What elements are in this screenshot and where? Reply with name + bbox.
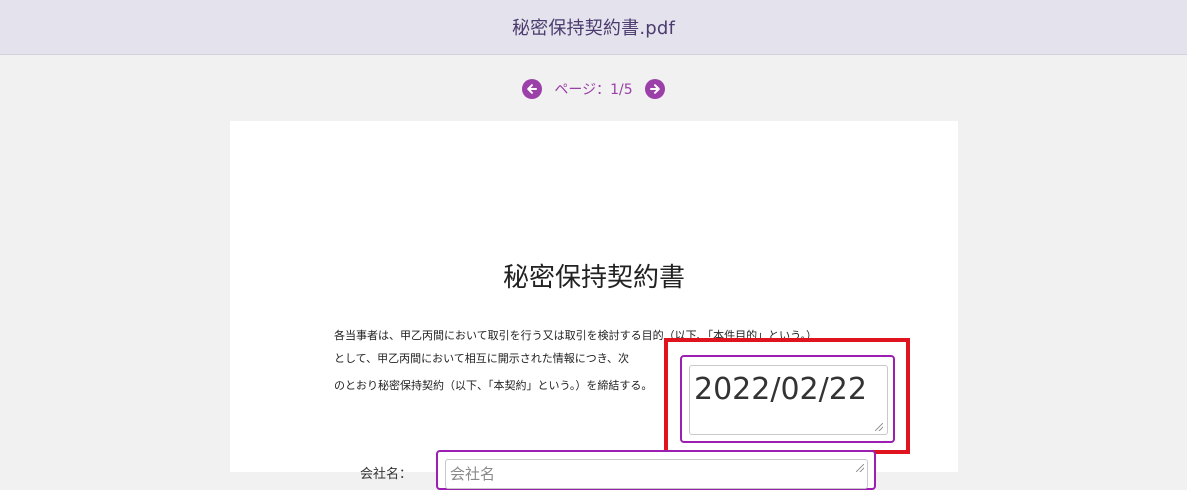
date-field[interactable]: 2022/02/22 xyxy=(689,365,888,435)
title-bar: 秘密保持契約書.pdf xyxy=(0,0,1187,55)
window-title: 秘密保持契約書.pdf xyxy=(511,18,676,39)
page-indicator: ページ：1/5 xyxy=(554,82,633,98)
date-field-container: 2022/02/22 xyxy=(680,355,895,443)
paragraph-line-2: として、甲乙丙間において相互に開示された情報につき、次 xyxy=(334,352,630,365)
next-page-button[interactable] xyxy=(644,79,665,99)
resize-handle-icon[interactable] xyxy=(856,464,864,472)
paragraph-line-3: のとおり秘密保持契約（以下、「本契約」という。）を締結する。 xyxy=(334,379,653,392)
document-title: 秘密保持契約書 xyxy=(502,263,685,293)
prev-page-button[interactable] xyxy=(522,79,543,99)
company-name-field[interactable] xyxy=(445,459,868,489)
resize-handle-icon[interactable] xyxy=(875,423,883,431)
paragraph-line-1: 各当事者は、甲乙丙間において取引を行う又は取引を検討する目的（以下、「本件目的」… xyxy=(334,329,818,342)
arrow-left-icon xyxy=(527,84,538,94)
company-field-container xyxy=(436,450,876,490)
page-navigator: ページ：1/5 xyxy=(0,76,1187,102)
company-name-label: 会社名： xyxy=(360,467,413,482)
arrow-right-icon xyxy=(649,84,660,94)
